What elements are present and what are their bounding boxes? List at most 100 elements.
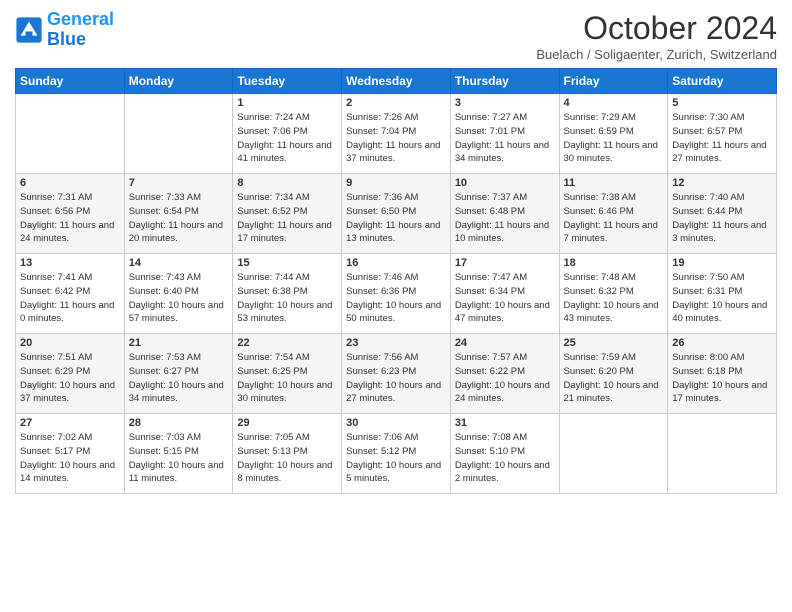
day-info: Sunrise: 7:05 AM Sunset: 5:13 PM Dayligh…	[237, 431, 337, 486]
calendar-cell: 18 Sunrise: 7:48 AM Sunset: 6:32 PM Dayli…	[559, 254, 668, 334]
calendar-cell: 28 Sunrise: 7:03 AM Sunset: 5:15 PM Dayli…	[124, 414, 233, 494]
day-info: Sunrise: 7:56 AM Sunset: 6:23 PM Dayligh…	[346, 351, 446, 406]
day-info: Sunrise: 7:26 AM Sunset: 7:04 PM Dayligh…	[346, 111, 446, 166]
day-info: Sunrise: 7:59 AM Sunset: 6:20 PM Dayligh…	[564, 351, 664, 406]
calendar-cell: 1 Sunrise: 7:24 AM Sunset: 7:06 PM Daylig…	[233, 94, 342, 174]
day-number: 29	[237, 417, 337, 429]
calendar-cell: 21Sunrise: 7:53 AM Sunset: 6:27 PM Dayli…	[124, 334, 233, 414]
day-number: 20	[20, 337, 120, 349]
calendar-cell: 5Sunrise: 7:30 AM Sunset: 6:57 PM Daylig…	[668, 94, 777, 174]
day-number: 28	[129, 417, 229, 429]
day-info: Sunrise: 7:08 AM Sunset: 5:10 PM Dayligh…	[455, 431, 555, 486]
day-info: Sunrise: 7:38 AM Sunset: 6:46 PM Dayligh…	[564, 191, 664, 246]
day-of-week-header: Monday	[124, 69, 233, 94]
logo: General Blue	[15, 10, 114, 50]
day-number: 9	[346, 177, 446, 189]
day-number: 22	[237, 337, 337, 349]
calendar-cell: 14 Sunrise: 7:43 AM Sunset: 6:40 PM Dayli…	[124, 254, 233, 334]
day-number: 18	[564, 257, 664, 269]
day-of-week-header: Saturday	[668, 69, 777, 94]
day-number: 27	[20, 417, 120, 429]
day-info: Sunrise: 7:41 AM Sunset: 6:42 PM Dayligh…	[20, 271, 120, 326]
calendar-cell: 25 Sunrise: 7:59 AM Sunset: 6:20 PM Dayli…	[559, 334, 668, 414]
calendar-week-row: 20 Sunrise: 7:51 AM Sunset: 6:29 PM Dayli…	[16, 334, 777, 414]
day-info: Sunrise: 7:57 AM Sunset: 6:22 PM Dayligh…	[455, 351, 555, 406]
header: General Blue October 2024 Buelach / Soli…	[15, 10, 777, 62]
page: General Blue October 2024 Buelach / Soli…	[0, 0, 792, 504]
calendar-cell: 20 Sunrise: 7:51 AM Sunset: 6:29 PM Dayli…	[16, 334, 125, 414]
day-number: 16	[346, 257, 446, 269]
day-info: Sunrise: 7:44 AM Sunset: 6:38 PM Dayligh…	[237, 271, 337, 326]
calendar-cell: 3 Sunrise: 7:27 AM Sunset: 7:01 PM Daylig…	[450, 94, 559, 174]
day-info: Sunrise: 7:50 AM Sunset: 6:31 PM Dayligh…	[672, 271, 772, 326]
calendar-table: SundayMondayTuesdayWednesdayThursdayFrid…	[15, 68, 777, 494]
logo-text: General Blue	[47, 10, 114, 50]
calendar-cell: 29 Sunrise: 7:05 AM Sunset: 5:13 PM Dayli…	[233, 414, 342, 494]
calendar-cell: 6 Sunrise: 7:31 AM Sunset: 6:56 PM Daylig…	[16, 174, 125, 254]
day-number: 17	[455, 257, 555, 269]
calendar-week-row: 1 Sunrise: 7:24 AM Sunset: 7:06 PM Daylig…	[16, 94, 777, 174]
calendar-cell	[668, 414, 777, 494]
day-number: 14	[129, 257, 229, 269]
logo-icon	[15, 16, 43, 44]
calendar-week-row: 27 Sunrise: 7:02 AM Sunset: 5:17 PM Dayli…	[16, 414, 777, 494]
day-info: Sunrise: 7:31 AM Sunset: 6:56 PM Dayligh…	[20, 191, 120, 246]
calendar-cell: 24 Sunrise: 7:57 AM Sunset: 6:22 PM Dayli…	[450, 334, 559, 414]
calendar-cell: 12 Sunrise: 7:40 AM Sunset: 6:44 PM Dayli…	[668, 174, 777, 254]
calendar-cell: 13 Sunrise: 7:41 AM Sunset: 6:42 PM Dayli…	[16, 254, 125, 334]
day-info: Sunrise: 7:48 AM Sunset: 6:32 PM Dayligh…	[564, 271, 664, 326]
calendar-cell	[16, 94, 125, 174]
day-info: Sunrise: 7:27 AM Sunset: 7:01 PM Dayligh…	[455, 111, 555, 166]
day-info: Sunrise: 7:29 AM Sunset: 6:59 PM Dayligh…	[564, 111, 664, 166]
day-number: 6	[20, 177, 120, 189]
calendar-cell: 31Sunrise: 7:08 AM Sunset: 5:10 PM Dayli…	[450, 414, 559, 494]
day-info: Sunrise: 7:24 AM Sunset: 7:06 PM Dayligh…	[237, 111, 337, 166]
day-number: 1	[237, 97, 337, 109]
day-number: 21	[129, 337, 229, 349]
day-info: Sunrise: 7:47 AM Sunset: 6:34 PM Dayligh…	[455, 271, 555, 326]
day-info: Sunrise: 7:54 AM Sunset: 6:25 PM Dayligh…	[237, 351, 337, 406]
day-number: 2	[346, 97, 446, 109]
day-info: Sunrise: 7:03 AM Sunset: 5:15 PM Dayligh…	[129, 431, 229, 486]
calendar-cell: 19Sunrise: 7:50 AM Sunset: 6:31 PM Dayli…	[668, 254, 777, 334]
calendar-cell	[124, 94, 233, 174]
calendar-cell: 2 Sunrise: 7:26 AM Sunset: 7:04 PM Daylig…	[342, 94, 451, 174]
day-number: 11	[564, 177, 664, 189]
day-number: 8	[237, 177, 337, 189]
calendar-cell: 10Sunrise: 7:37 AM Sunset: 6:48 PM Dayli…	[450, 174, 559, 254]
day-of-week-header: Thursday	[450, 69, 559, 94]
day-info: Sunrise: 7:46 AM Sunset: 6:36 PM Dayligh…	[346, 271, 446, 326]
calendar-cell: 9Sunrise: 7:36 AM Sunset: 6:50 PM Daylig…	[342, 174, 451, 254]
day-number: 7	[129, 177, 229, 189]
calendar-cell: 8 Sunrise: 7:34 AM Sunset: 6:52 PM Daylig…	[233, 174, 342, 254]
day-number: 13	[20, 257, 120, 269]
month-title: October 2024	[536, 10, 777, 47]
day-info: Sunrise: 7:51 AM Sunset: 6:29 PM Dayligh…	[20, 351, 120, 406]
day-number: 3	[455, 97, 555, 109]
day-info: Sunrise: 7:06 AM Sunset: 5:12 PM Dayligh…	[346, 431, 446, 486]
calendar-week-row: 13 Sunrise: 7:41 AM Sunset: 6:42 PM Dayli…	[16, 254, 777, 334]
calendar-cell: 26 Sunrise: 8:00 AM Sunset: 6:18 PM Dayli…	[668, 334, 777, 414]
day-number: 26	[672, 337, 772, 349]
day-number: 30	[346, 417, 446, 429]
day-number: 24	[455, 337, 555, 349]
day-info: Sunrise: 7:30 AM Sunset: 6:57 PM Dayligh…	[672, 111, 772, 166]
day-number: 10	[455, 177, 555, 189]
day-info: Sunrise: 7:43 AM Sunset: 6:40 PM Dayligh…	[129, 271, 229, 326]
calendar-cell: 15 Sunrise: 7:44 AM Sunset: 6:38 PM Dayli…	[233, 254, 342, 334]
day-info: Sunrise: 8:00 AM Sunset: 6:18 PM Dayligh…	[672, 351, 772, 406]
day-info: Sunrise: 7:02 AM Sunset: 5:17 PM Dayligh…	[20, 431, 120, 486]
location-subtitle: Buelach / Soligaenter, Zurich, Switzerla…	[536, 47, 777, 62]
day-info: Sunrise: 7:40 AM Sunset: 6:44 PM Dayligh…	[672, 191, 772, 246]
day-of-week-header: Sunday	[16, 69, 125, 94]
title-block: October 2024 Buelach / Soligaenter, Zuri…	[536, 10, 777, 62]
day-number: 15	[237, 257, 337, 269]
day-info: Sunrise: 7:34 AM Sunset: 6:52 PM Dayligh…	[237, 191, 337, 246]
day-number: 25	[564, 337, 664, 349]
day-number: 4	[564, 97, 664, 109]
day-of-week-header: Friday	[559, 69, 668, 94]
day-number: 12	[672, 177, 772, 189]
calendar-cell: 11 Sunrise: 7:38 AM Sunset: 6:46 PM Dayli…	[559, 174, 668, 254]
calendar-week-row: 6 Sunrise: 7:31 AM Sunset: 6:56 PM Daylig…	[16, 174, 777, 254]
calendar-cell: 30 Sunrise: 7:06 AM Sunset: 5:12 PM Dayli…	[342, 414, 451, 494]
